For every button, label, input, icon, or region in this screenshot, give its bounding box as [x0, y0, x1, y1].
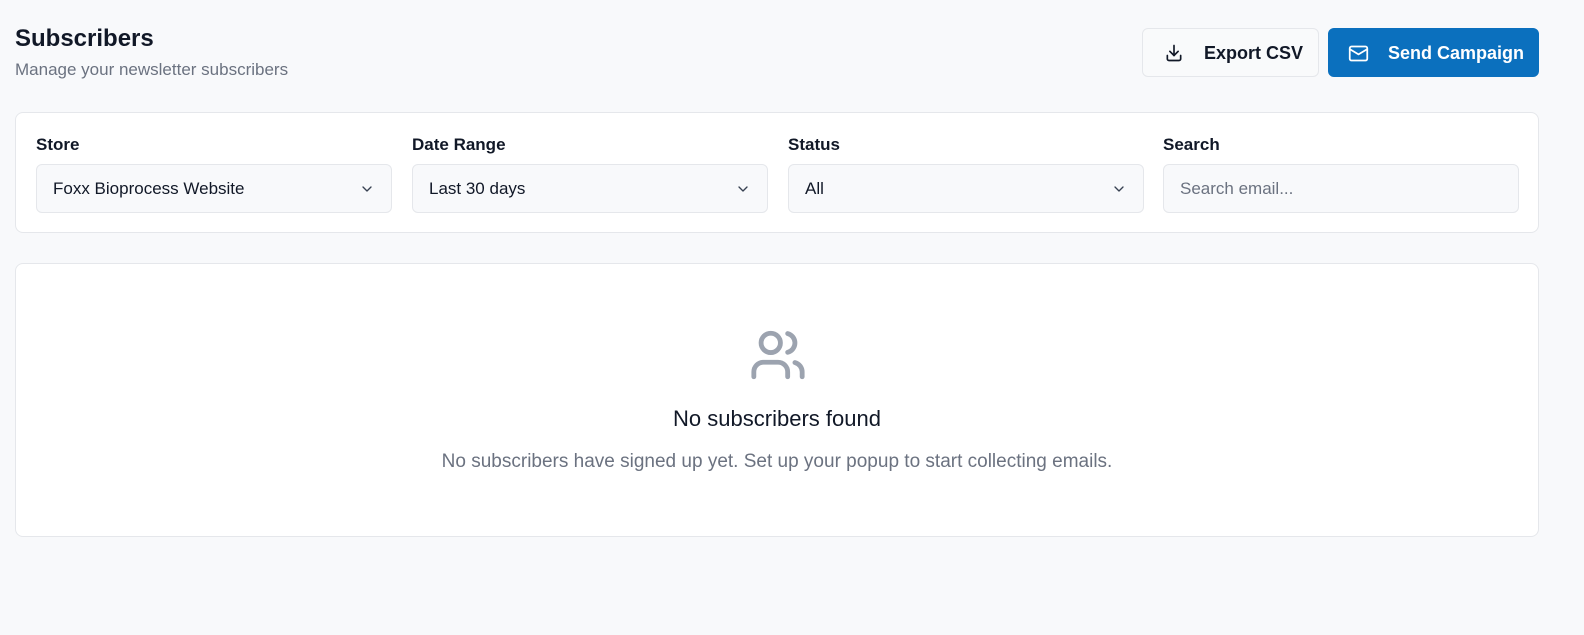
status-filter-label: Status	[788, 135, 840, 154]
empty-state-message: No subscribers have signed up yet. Set u…	[441, 451, 1113, 472]
chevron-down-icon	[359, 181, 375, 202]
export-csv-button[interactable]: Export CSV	[1142, 28, 1319, 77]
status-select[interactable]: All	[788, 164, 1144, 213]
date-range-select[interactable]: Last 30 days	[412, 164, 768, 213]
empty-state-panel: No subscribers found No subscribers have…	[15, 263, 1539, 537]
subscribers-page: Subscribers Manage your newsletter subsc…	[0, 0, 1584, 635]
export-csv-label: Export CSV	[1204, 43, 1304, 63]
date-range-filter: Date Range Last 30 days	[412, 133, 768, 213]
filters-panel: Store Foxx Bioprocess Website Date Range…	[15, 112, 1539, 233]
store-filter: Store Foxx Bioprocess Website	[36, 133, 392, 213]
search-filter-label: Search	[1163, 135, 1220, 154]
store-select[interactable]: Foxx Bioprocess Website	[36, 164, 392, 213]
search-field	[1163, 164, 1519, 213]
mail-icon	[1348, 43, 1369, 69]
store-select-value: Foxx Bioprocess Website	[53, 179, 245, 198]
chevron-down-icon	[1111, 181, 1127, 202]
date-range-filter-label: Date Range	[412, 135, 506, 154]
chevron-down-icon	[735, 181, 751, 202]
status-select-value: All	[805, 179, 824, 198]
page-title: Subscribers	[15, 25, 154, 52]
empty-state-title: No subscribers found	[673, 406, 881, 431]
users-icon	[749, 326, 807, 389]
download-icon	[1164, 43, 1184, 68]
send-campaign-label: Send Campaign	[1388, 43, 1525, 63]
send-campaign-button[interactable]: Send Campaign	[1328, 28, 1539, 77]
date-range-select-value: Last 30 days	[429, 179, 526, 198]
search-filter: Search	[1163, 133, 1519, 213]
store-filter-label: Store	[36, 135, 80, 154]
page-subtitle: Manage your newsletter subscribers	[15, 60, 289, 79]
search-email-input[interactable]	[1164, 165, 1518, 212]
status-filter: Status All	[788, 133, 1144, 213]
